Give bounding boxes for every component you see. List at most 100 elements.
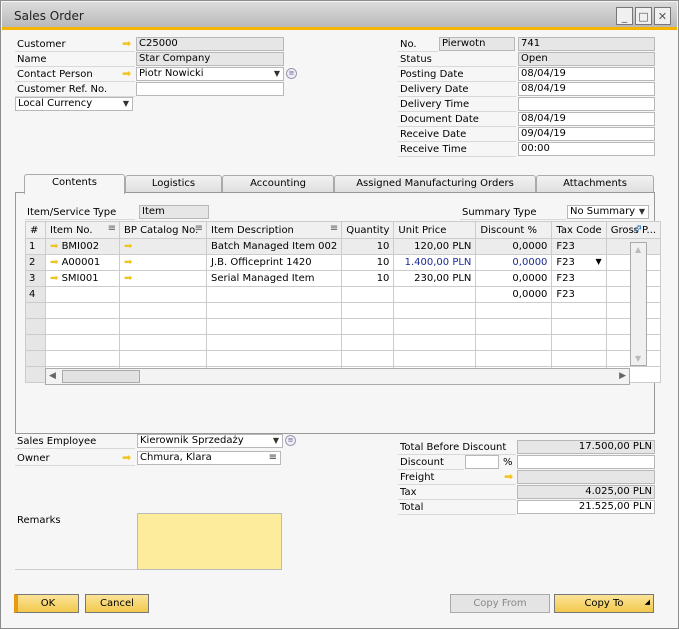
sales-employee-select[interactable]: Kierownik Sprzedaży ▼ — [137, 434, 283, 448]
quantity-cell[interactable] — [341, 302, 395, 319]
tax-code-cell[interactable]: F23 ▼ — [551, 254, 607, 271]
tab-assigned-manufacturing-orders[interactable]: Assigned Manufacturing Orders — [334, 175, 536, 193]
row-number[interactable]: 2 — [25, 254, 46, 271]
item-no-cell[interactable]: ➡ A00001 — [45, 254, 120, 271]
link-arrow-icon[interactable]: ➡ — [122, 38, 134, 49]
scroll-right-icon[interactable]: ▶ — [619, 371, 626, 381]
scroll-up-icon[interactable]: ▲ — [635, 245, 641, 254]
tax-code-cell[interactable]: F23 — [551, 270, 607, 287]
table-row[interactable] — [25, 334, 662, 351]
dropdown-corner-icon[interactable]: ◢ — [645, 594, 650, 611]
col-header-quantity[interactable]: Quantity — [341, 221, 395, 239]
currency-select[interactable]: Local Currency ▼ — [15, 97, 133, 111]
row-number[interactable]: 1 — [25, 238, 46, 255]
item-no-cell[interactable] — [45, 318, 120, 335]
copy-to-button[interactable]: Copy To ◢ — [554, 594, 654, 613]
horizontal-scrollbar[interactable]: ◀ ▶ — [45, 368, 630, 385]
description-cell[interactable]: J.B. Officeprint 1420 — [205, 254, 343, 271]
bp-catalog-cell[interactable] — [119, 286, 207, 303]
row-number[interactable] — [25, 366, 46, 383]
unit-price-cell[interactable] — [393, 350, 477, 367]
col-header-bp-catalog[interactable]: BP Catalog No. ≡ — [119, 221, 207, 239]
table-row[interactable]: 3 ➡ SMI001 ➡ Serial Managed Item 10 230,00 P… — [25, 270, 662, 287]
row-number[interactable] — [25, 334, 46, 351]
col-header-rownum[interactable]: # — [25, 221, 46, 239]
tax-code-cell[interactable] — [551, 334, 607, 351]
discount-cell[interactable]: 0,0000 — [475, 238, 553, 255]
col-header-unit-price[interactable]: Unit Price — [393, 221, 477, 239]
contact-person-select[interactable]: Piotr Nowicki ▼ — [136, 67, 284, 81]
scroll-down-icon[interactable]: ▼ — [635, 354, 641, 363]
quantity-cell[interactable] — [341, 334, 395, 351]
owner-field[interactable]: Chmura, Klara ≡ — [137, 451, 281, 465]
tax-code-cell[interactable] — [551, 350, 607, 367]
item-no-cell[interactable] — [45, 286, 120, 303]
maximize-button[interactable]: □ — [635, 7, 652, 25]
close-button[interactable]: ✕ — [654, 7, 671, 25]
list-icon[interactable]: ≡ — [285, 435, 296, 446]
bp-catalog-cell[interactable]: ➡ — [119, 270, 207, 287]
link-arrow-icon[interactable]: ➡ — [122, 452, 134, 463]
unit-price-cell[interactable] — [393, 318, 477, 335]
item-no-cell[interactable] — [45, 302, 120, 319]
bp-catalog-cell[interactable] — [119, 334, 207, 351]
bp-catalog-cell[interactable]: ➡ — [119, 254, 207, 271]
minimize-button[interactable]: _ — [616, 7, 633, 25]
unit-price-cell[interactable]: 230,00 PLN — [393, 270, 477, 287]
link-arrow-icon[interactable]: ➡ — [50, 241, 62, 252]
unit-price-cell[interactable]: 120,00 PLN — [393, 238, 477, 255]
quantity-cell[interactable]: 10 — [341, 270, 395, 287]
col-header-discount[interactable]: Discount % — [475, 221, 553, 239]
description-cell[interactable]: Batch Managed Item 002 — [205, 238, 343, 255]
bp-catalog-cell[interactable] — [119, 318, 207, 335]
column-menu-icon[interactable]: ≡ — [330, 223, 338, 234]
link-arrow-icon[interactable]: ➡ — [124, 273, 132, 284]
vertical-scrollbar[interactable]: ▲ ▼ — [630, 242, 647, 366]
discount-cell[interactable]: 0,0000 — [475, 286, 553, 303]
item-no-cell[interactable] — [45, 350, 120, 367]
tax-code-cell[interactable] — [551, 318, 607, 335]
table-row[interactable] — [25, 350, 662, 367]
tab-accounting[interactable]: Accounting — [222, 175, 334, 193]
row-number[interactable] — [25, 302, 46, 319]
unit-price-cell[interactable] — [393, 302, 477, 319]
row-number[interactable] — [25, 350, 46, 367]
tax-code-cell[interactable]: F23 — [551, 286, 607, 303]
link-arrow-icon[interactable]: ➡ — [50, 273, 62, 284]
link-arrow-icon[interactable]: ➡ — [122, 68, 134, 79]
quantity-cell[interactable] — [341, 318, 395, 335]
row-number[interactable]: 3 — [25, 270, 46, 287]
cancel-button[interactable]: Cancel — [85, 594, 149, 613]
description-cell[interactable] — [205, 286, 343, 303]
quantity-cell[interactable]: 10 — [341, 238, 395, 255]
quantity-cell[interactable]: 10 — [341, 254, 395, 271]
scroll-thumb[interactable] — [62, 370, 140, 383]
copy-from-button[interactable]: Copy From — [450, 594, 550, 613]
tab-contents[interactable]: Contents — [24, 174, 125, 194]
discount-cell[interactable] — [475, 350, 553, 367]
chevron-down-icon[interactable]: ▼ — [274, 68, 280, 80]
summary-type-select[interactable]: No Summary ▼ — [567, 205, 649, 219]
row-number[interactable] — [25, 318, 46, 335]
receive-time-input[interactable]: 00:00 — [518, 142, 655, 156]
scroll-left-icon[interactable]: ◀ — [49, 371, 56, 381]
link-arrow-icon[interactable]: ➡ — [124, 257, 132, 268]
discount-cell[interactable]: 0,0000 — [475, 270, 553, 287]
discount-cell[interactable] — [475, 302, 553, 319]
table-row[interactable] — [25, 318, 662, 335]
posting-date-input[interactable]: 08/04/19 — [518, 67, 655, 81]
link-arrow-icon[interactable]: ➡ — [504, 471, 516, 482]
discount-cell[interactable]: 0,0000 — [475, 254, 553, 271]
customer-field[interactable]: C25000 — [136, 37, 284, 51]
series-select[interactable]: Pierwotn — [439, 37, 515, 51]
delivery-time-input[interactable] — [518, 97, 655, 111]
title-bar[interactable]: Sales Order _ □ ✕ — [2, 2, 677, 30]
column-menu-icon[interactable]: ≡ — [108, 223, 116, 234]
table-row[interactable]: 1 ➡ BMI002 ➡ Batch Managed Item 002 10 120,0… — [25, 238, 662, 255]
description-cell[interactable] — [205, 350, 343, 367]
unit-price-cell[interactable] — [393, 286, 477, 303]
tax-code-cell[interactable]: F23 — [551, 238, 607, 255]
discount-cell[interactable] — [475, 318, 553, 335]
discount-percent-input[interactable] — [465, 455, 499, 469]
description-cell[interactable] — [205, 334, 343, 351]
